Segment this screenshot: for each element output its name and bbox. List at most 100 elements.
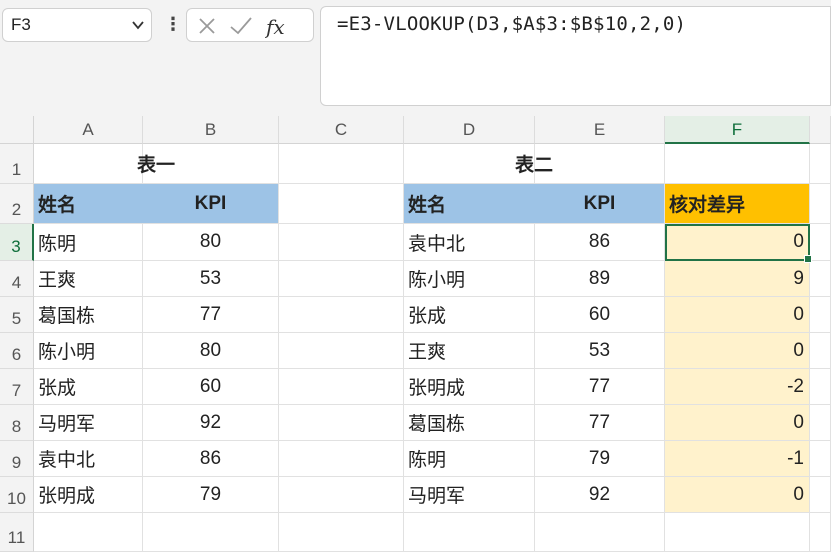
cell-b11[interactable] bbox=[143, 513, 279, 552]
row-header-5[interactable]: 5 bbox=[0, 297, 34, 333]
cell-g9[interactable] bbox=[810, 441, 831, 477]
table2-name-cell[interactable]: 陈小明 bbox=[404, 261, 535, 297]
table2-name-cell[interactable]: 张成 bbox=[404, 297, 535, 333]
cell-g10[interactable] bbox=[810, 477, 831, 513]
table1-name-cell[interactable]: 马明军 bbox=[34, 405, 143, 441]
table1-name-cell[interactable]: 陈明 bbox=[34, 224, 143, 261]
row-header-9[interactable]: 9 bbox=[0, 441, 34, 477]
table2-kpi-cell[interactable]: 86 bbox=[535, 224, 665, 261]
column-header-e[interactable]: E bbox=[535, 116, 665, 144]
cell-g6[interactable] bbox=[810, 333, 831, 369]
table2-kpi-cell[interactable]: 60 bbox=[535, 297, 665, 333]
cell-g5[interactable] bbox=[810, 297, 831, 333]
column-header-c[interactable]: C bbox=[279, 116, 404, 144]
row-header-4[interactable]: 4 bbox=[0, 261, 34, 297]
table2-name-cell[interactable]: 张明成 bbox=[404, 369, 535, 405]
table1-kpi-cell[interactable]: 53 bbox=[143, 261, 279, 297]
table2-kpi-cell[interactable]: 77 bbox=[535, 405, 665, 441]
table2-diff-cell[interactable]: 0 bbox=[665, 224, 810, 261]
table2-title[interactable]: 表二 bbox=[404, 144, 665, 184]
row-header-3[interactable]: 3 bbox=[0, 224, 34, 261]
table2-diff-cell[interactable]: 9 bbox=[665, 261, 810, 297]
table2-diff-cell[interactable]: 0 bbox=[665, 333, 810, 369]
table1-kpi-cell[interactable]: 80 bbox=[143, 333, 279, 369]
table1-name-cell[interactable]: 王爽 bbox=[34, 261, 143, 297]
select-all-corner[interactable] bbox=[0, 116, 34, 144]
table2-kpi-cell[interactable]: 77 bbox=[535, 369, 665, 405]
table2-name-cell[interactable]: 马明军 bbox=[404, 477, 535, 513]
cell-f11[interactable] bbox=[665, 513, 810, 552]
cell-c1[interactable] bbox=[279, 144, 404, 184]
cell-e11[interactable] bbox=[535, 513, 665, 552]
table2-kpi-cell[interactable]: 89 bbox=[535, 261, 665, 297]
cell-a11[interactable] bbox=[34, 513, 143, 552]
table2-kpi-cell[interactable]: 79 bbox=[535, 441, 665, 477]
cell-c6[interactable] bbox=[279, 333, 404, 369]
cell-d11[interactable] bbox=[404, 513, 535, 552]
table1-name-cell[interactable]: 陈小明 bbox=[34, 333, 143, 369]
table1-kpi-cell[interactable]: 80 bbox=[143, 224, 279, 261]
table2-name-cell[interactable]: 陈明 bbox=[404, 441, 535, 477]
cell-g8[interactable] bbox=[810, 405, 831, 441]
table1-name-cell[interactable]: 张成 bbox=[34, 369, 143, 405]
table2-header-diff[interactable]: 核对差异 bbox=[665, 184, 810, 224]
cell-c11[interactable] bbox=[279, 513, 404, 552]
table2-diff-cell[interactable]: -1 bbox=[665, 441, 810, 477]
table2-name-cell[interactable]: 袁中北 bbox=[404, 224, 535, 261]
column-header-d[interactable]: D bbox=[404, 116, 535, 144]
fill-handle[interactable] bbox=[804, 255, 812, 263]
table2-diff-cell[interactable]: 0 bbox=[665, 477, 810, 513]
table1-header-kpi[interactable]: KPI bbox=[143, 184, 279, 224]
cell-c3[interactable] bbox=[279, 224, 404, 261]
cell-c2[interactable] bbox=[279, 184, 404, 224]
cell-g7[interactable] bbox=[810, 369, 831, 405]
table2-kpi-cell[interactable]: 53 bbox=[535, 333, 665, 369]
table2-diff-cell[interactable]: 0 bbox=[665, 405, 810, 441]
table1-kpi-cell[interactable]: 60 bbox=[143, 369, 279, 405]
table1-kpi-cell[interactable]: 86 bbox=[143, 441, 279, 477]
row-header-2[interactable]: 2 bbox=[0, 184, 34, 224]
cell-c10[interactable] bbox=[279, 477, 404, 513]
formula-bar[interactable]: =E3-VLOOKUP(D3,$A$3:$B$10,2,0) bbox=[320, 6, 831, 106]
table2-diff-cell[interactable]: 0 bbox=[665, 297, 810, 333]
cell-c5[interactable] bbox=[279, 297, 404, 333]
cell-g4[interactable] bbox=[810, 261, 831, 297]
row-header-7[interactable]: 7 bbox=[0, 369, 34, 405]
check-icon[interactable] bbox=[229, 15, 253, 37]
name-box[interactable]: F3 bbox=[2, 8, 152, 42]
chevron-down-icon[interactable] bbox=[131, 18, 145, 32]
cell-c4[interactable] bbox=[279, 261, 404, 297]
cell-g1[interactable] bbox=[810, 144, 831, 184]
table2-kpi-cell[interactable]: 92 bbox=[535, 477, 665, 513]
row-header-8[interactable]: 8 bbox=[0, 405, 34, 441]
table1-title[interactable]: 表一 bbox=[34, 144, 279, 184]
cell-g11[interactable] bbox=[810, 513, 831, 552]
table1-header-name[interactable]: 姓名 bbox=[34, 184, 143, 224]
cell-c9[interactable] bbox=[279, 441, 404, 477]
table1-kpi-cell[interactable]: 77 bbox=[143, 297, 279, 333]
table1-name-cell[interactable]: 袁中北 bbox=[34, 441, 143, 477]
cell-f1[interactable] bbox=[665, 144, 810, 184]
column-header-b[interactable]: B bbox=[143, 116, 279, 144]
table1-kpi-cell[interactable]: 92 bbox=[143, 405, 279, 441]
column-header-f[interactable]: F bbox=[665, 116, 810, 144]
table1-name-cell[interactable]: 葛国栋 bbox=[34, 297, 143, 333]
more-options-icon[interactable]: ⋮ bbox=[164, 14, 182, 35]
cell-c8[interactable] bbox=[279, 405, 404, 441]
table2-name-cell[interactable]: 王爽 bbox=[404, 333, 535, 369]
row-header-11[interactable]: 11 bbox=[0, 513, 34, 552]
table2-header-name[interactable]: 姓名 bbox=[404, 184, 535, 224]
table1-kpi-cell[interactable]: 79 bbox=[143, 477, 279, 513]
row-header-1[interactable]: 1 bbox=[0, 144, 34, 184]
table2-name-cell[interactable]: 葛国栋 bbox=[404, 405, 535, 441]
cell-g3[interactable] bbox=[810, 224, 831, 261]
x-icon[interactable] bbox=[197, 15, 217, 37]
column-header-a[interactable]: A bbox=[34, 116, 143, 144]
table2-diff-cell[interactable]: -2 bbox=[665, 369, 810, 405]
row-header-6[interactable]: 6 bbox=[0, 333, 34, 369]
table2-header-kpi[interactable]: KPI bbox=[535, 184, 665, 224]
cell-g2[interactable] bbox=[810, 184, 831, 224]
column-header-g[interactable] bbox=[810, 116, 831, 144]
table1-name-cell[interactable]: 张明成 bbox=[34, 477, 143, 513]
fx-icon[interactable]: fx bbox=[265, 15, 293, 39]
